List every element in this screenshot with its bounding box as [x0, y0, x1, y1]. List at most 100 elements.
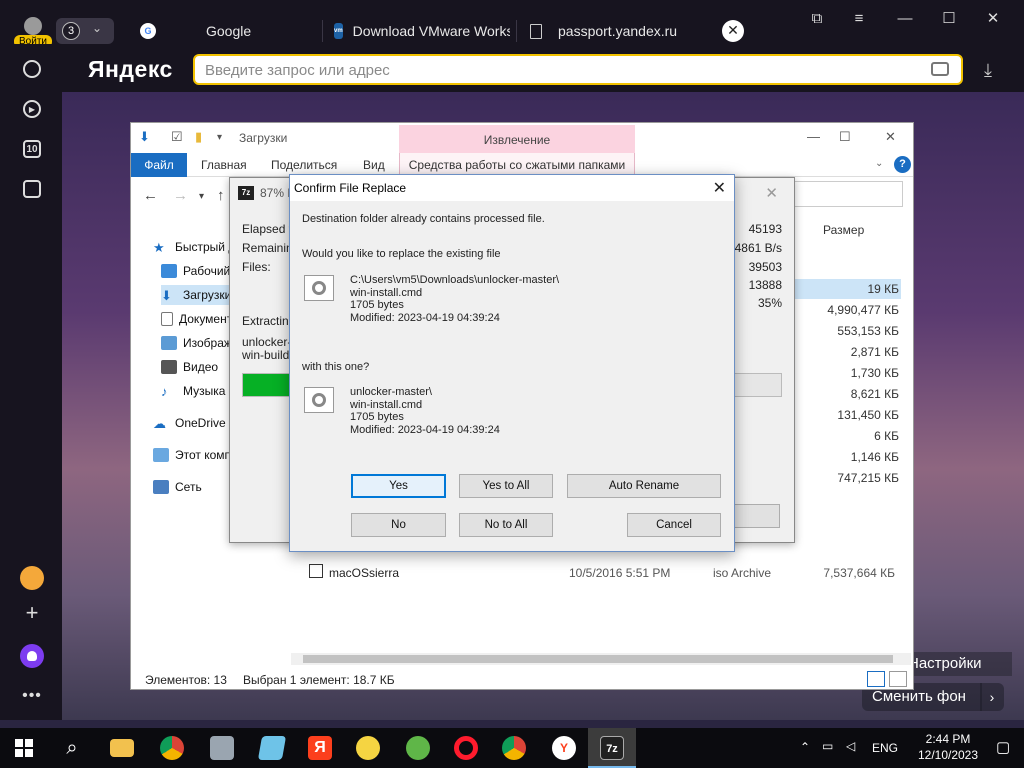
auto-rename-button[interactable]: Auto Rename	[567, 474, 721, 498]
cancel-button[interactable]: Cancel	[627, 513, 721, 537]
minimize-icon[interactable]: —	[807, 129, 820, 144]
nav-network[interactable]: Сеть	[153, 477, 202, 497]
clock-date[interactable]: 12/10/2023	[912, 748, 984, 762]
tab-home[interactable]: Главная	[201, 158, 247, 172]
file-type: iso Archive	[713, 566, 772, 580]
horizontal-scrollbar[interactable]	[291, 653, 911, 665]
add-icon[interactable]: +	[20, 600, 44, 625]
chrome-alt-taskbar-icon[interactable]	[500, 734, 528, 762]
tab-view[interactable]: Вид	[363, 158, 385, 172]
camera-search-icon[interactable]	[931, 62, 949, 76]
forward-arrow-icon[interactable]: →	[173, 187, 188, 204]
incoming-file-info: unlocker-master\ win-install.cmd 1705 by…	[350, 386, 500, 436]
dialog-title: Confirm File Replace	[294, 181, 407, 195]
alice-assistant-icon[interactable]	[20, 644, 44, 668]
chevron-down-icon[interactable]: ▾	[217, 132, 222, 143]
notepad-taskbar-icon[interactable]	[257, 734, 287, 762]
maximize-icon[interactable]: ☐	[936, 8, 962, 30]
file-explorer-taskbar-icon[interactable]	[108, 734, 136, 762]
tiles-view-icon[interactable]	[889, 671, 907, 687]
video-play-icon[interactable]: ▶	[20, 97, 44, 121]
maximize-icon[interactable]: ☐	[839, 129, 851, 145]
up-arrow-icon[interactable]: ↑	[217, 187, 225, 204]
yes-to-all-button[interactable]: Yes to All	[459, 474, 553, 498]
opera-taskbar-icon[interactable]	[452, 734, 480, 762]
status-bar: Элементов: 13 Выбран 1 элемент: 18.7 КБ	[131, 669, 913, 689]
language-indicator[interactable]: ENG	[872, 741, 898, 755]
yandex-browser-taskbar-icon[interactable]: Y	[550, 734, 578, 762]
yandex-logo[interactable]: Яндекс	[88, 56, 173, 83]
tab-google[interactable]: G Google	[140, 14, 316, 48]
no-to-all-button[interactable]: No to All	[459, 513, 553, 537]
tab-divider	[516, 20, 517, 42]
yandex-taskbar-icon[interactable]: Я	[306, 734, 334, 762]
incoming-name: win-install.cmd	[350, 398, 423, 411]
tab-share[interactable]: Поделиться	[271, 158, 337, 172]
nav-onedrive[interactable]: ☁ OneDrive	[153, 413, 226, 433]
status-selected: Выбран 1 элемент: 18.7 КБ	[243, 673, 395, 687]
pin-icon[interactable]: ⬇	[139, 129, 150, 145]
tab-vmware[interactable]: vm Download VMware Works	[334, 14, 510, 48]
close-icon[interactable]: ✕	[765, 184, 778, 202]
incoming-size: 1705 bytes	[350, 411, 404, 423]
utorrent-taskbar-icon[interactable]	[404, 734, 432, 762]
address-bar[interactable]	[193, 54, 963, 85]
tab-count-button[interactable]: 3 ⌄	[56, 18, 114, 44]
nav-videos[interactable]: Видео	[161, 357, 218, 377]
chrome-taskbar-icon[interactable]	[158, 734, 186, 762]
help-icon[interactable]: ?	[894, 156, 911, 173]
7zip-taskbar-icon[interactable]: 7z	[598, 734, 626, 762]
network-icon[interactable]: ▭	[822, 739, 833, 753]
volume-icon[interactable]: ◁	[846, 739, 855, 753]
yandex-music-taskbar-icon[interactable]	[354, 734, 382, 762]
file-row[interactable]: macOSsierra 10/5/2016 5:51 PM iso Archiv…	[309, 563, 909, 583]
tab-label: passport.yandex.ru	[558, 23, 678, 39]
screenshot-icon[interactable]	[20, 177, 44, 201]
existing-modified: Modified: 2023-04-19 04:39:24	[350, 311, 500, 324]
chevron-down-icon[interactable]: ▾	[199, 191, 204, 202]
dialog-titlebar: Confirm File Replace ✕	[290, 175, 734, 201]
settings-button[interactable]: Настройки	[900, 652, 1012, 676]
folder-icon[interactable]: ▮	[195, 129, 202, 145]
yes-button[interactable]: Yes	[351, 474, 446, 498]
weather-app-icon[interactable]	[20, 566, 44, 590]
close-window-icon[interactable]: ✕	[980, 8, 1006, 30]
size-cell: 747,215 КБ	[837, 471, 899, 485]
iso-file-icon	[309, 564, 323, 578]
history-icon[interactable]	[20, 57, 44, 81]
login-button[interactable]: Войти	[14, 15, 52, 48]
more-icon[interactable]: •••	[20, 684, 44, 708]
chevron-down-icon[interactable]: ⌄	[875, 158, 883, 169]
menu-icon[interactable]: ≡	[846, 8, 872, 30]
system-tray: ⌃ ▭ ◁ ENG 2:44 PM 12/10/2023 ▢	[794, 728, 1024, 768]
details-view-icon[interactable]	[867, 671, 885, 687]
search-input[interactable]	[781, 181, 903, 207]
no-button[interactable]: No	[351, 513, 446, 537]
tab-file[interactable]: Файл	[131, 153, 187, 177]
nav-music[interactable]: ♪ Музыка	[161, 381, 225, 401]
size-cell: 2,871 КБ	[850, 345, 899, 359]
close-icon[interactable]: ✕	[713, 178, 726, 198]
minimize-icon[interactable]: —	[892, 8, 918, 30]
search-icon[interactable]: ⌕	[58, 734, 86, 762]
tab-passport[interactable]: passport.yandex.ru	[530, 14, 730, 48]
clock-time[interactable]: 2:44 PM	[918, 732, 978, 746]
chevron-up-icon[interactable]: ⌃	[800, 740, 810, 754]
bookmarks-icon[interactable]: ⧉	[804, 8, 830, 30]
calendar-badge-icon[interactable]: 10	[20, 137, 44, 161]
address-input[interactable]	[205, 61, 905, 79]
properties-icon[interactable]: ☑	[171, 129, 183, 145]
close-tab-icon[interactable]: ✕	[722, 20, 744, 42]
size-column-header[interactable]: Размер	[823, 223, 864, 237]
back-arrow-icon[interactable]: ←	[143, 187, 158, 204]
cmd-file-icon	[304, 387, 334, 413]
notification-icon[interactable]: ▢	[996, 738, 1010, 756]
vmware-favicon: vm	[334, 23, 343, 39]
explorer-titlebar: ⬇ ☑ ▮ ▾ Загрузки Извлечение — ☐ ✕	[131, 123, 913, 153]
extract-context-tab[interactable]: Извлечение	[399, 125, 635, 153]
download-icon[interactable]: ⤓	[984, 60, 992, 81]
chevron-right-icon[interactable]: ›	[980, 683, 1004, 711]
close-icon[interactable]: ✕	[885, 129, 896, 145]
windows-start-icon[interactable]	[10, 734, 38, 762]
network-tool-taskbar-icon[interactable]	[208, 734, 236, 762]
